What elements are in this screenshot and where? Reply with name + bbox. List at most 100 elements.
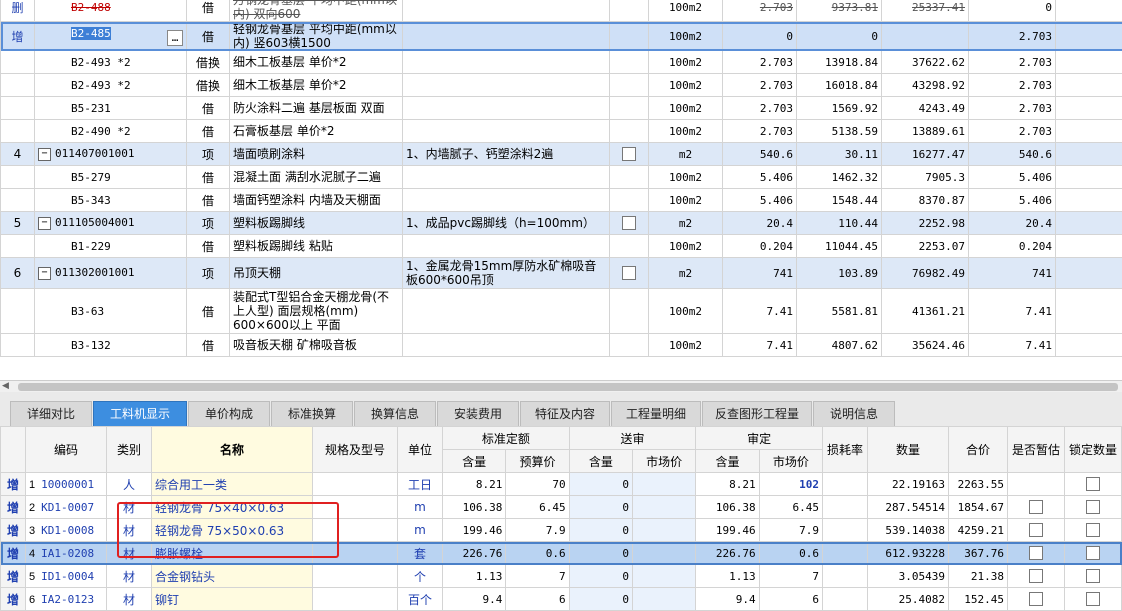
item-name[interactable]: 细木工板基层 单价*2 bbox=[230, 74, 403, 97]
item-code[interactable]: B2-488 bbox=[35, 0, 187, 22]
std-qty[interactable]: 199.46 bbox=[443, 519, 506, 542]
resource-row[interactable]: 增6IA2-0123材铆钉百个9.4609.4625.4082152.45 bbox=[1, 588, 1122, 611]
item-row[interactable]: B2-493 *2借换细木工板基层 单价*2100m22.70316018.84… bbox=[1, 74, 1122, 97]
tab-2[interactable]: 工料机显示 bbox=[93, 401, 187, 426]
col-quantity[interactable]: 数量 bbox=[868, 427, 949, 473]
item-code[interactable]: B2-490 *2 bbox=[35, 120, 187, 143]
audit-qty[interactable]: 0 bbox=[569, 519, 632, 542]
std-price[interactable]: 6.45 bbox=[506, 496, 569, 519]
item-row[interactable]: B2-493 *2借换细木工板基层 单价*2100m22.70313918.84… bbox=[1, 51, 1122, 74]
item-feature[interactable]: 1、金属龙骨15mm厚防水矿棉吸音板600*600吊顶 bbox=[403, 258, 610, 289]
audit-qty[interactable]: 0 bbox=[569, 473, 632, 496]
item-quantity[interactable]: 7.41 bbox=[723, 289, 797, 334]
item-feature[interactable] bbox=[403, 166, 610, 189]
item-checkbox-cell[interactable] bbox=[610, 97, 649, 120]
audit-market[interactable] bbox=[632, 496, 695, 519]
item-code[interactable]: B5-279 bbox=[35, 166, 187, 189]
item-quantity[interactable]: 5.406 bbox=[723, 189, 797, 212]
tab-9[interactable]: 反查图形工程量 bbox=[702, 401, 812, 426]
item-quantity[interactable]: 2.703 bbox=[723, 97, 797, 120]
std-qty[interactable]: 9.4 bbox=[443, 588, 506, 611]
review-qty[interactable]: 226.76 bbox=[696, 542, 759, 565]
provisional-cell[interactable] bbox=[1008, 542, 1065, 565]
collapse-icon[interactable]: − bbox=[38, 267, 51, 280]
item-row[interactable]: B2-490 *2借石膏板基层 单价*2100m22.7035138.59138… bbox=[1, 120, 1122, 143]
review-market[interactable]: 0.6 bbox=[759, 542, 822, 565]
tab-10[interactable]: 说明信息 bbox=[813, 401, 895, 426]
item-row[interactable]: 5−011105004001项塑料板踢脚线1、成品pvc踢脚线（h=100mm）… bbox=[1, 212, 1122, 235]
resource-code[interactable]: 2KD1-0007 bbox=[26, 496, 107, 519]
item-checkbox-cell[interactable] bbox=[610, 0, 649, 22]
std-price[interactable]: 7.9 bbox=[506, 519, 569, 542]
review-qty[interactable]: 9.4 bbox=[696, 588, 759, 611]
ellipsis-button[interactable]: … bbox=[167, 30, 183, 46]
col-unit[interactable]: 单位 bbox=[398, 427, 443, 473]
item-feature[interactable] bbox=[403, 235, 610, 258]
tab-8[interactable]: 工程量明细 bbox=[611, 401, 701, 426]
item-checkbox-cell[interactable] bbox=[610, 334, 649, 357]
collapse-icon[interactable]: − bbox=[38, 148, 51, 161]
item-feature[interactable] bbox=[403, 334, 610, 357]
loss-rate[interactable] bbox=[823, 496, 868, 519]
std-price[interactable]: 6 bbox=[506, 588, 569, 611]
item-row[interactable]: 增B2-485…借轻钢龙骨基层 平均中距(mm以内) 竖603横1500100m… bbox=[1, 22, 1122, 51]
item-checkbox-cell[interactable] bbox=[610, 289, 649, 334]
item-code[interactable]: B2-485… bbox=[35, 22, 187, 51]
item-checkbox-cell[interactable] bbox=[610, 143, 649, 166]
item-name[interactable]: 塑料板踢脚线 bbox=[230, 212, 403, 235]
item-name[interactable]: 细木工板基层 单价*2 bbox=[230, 51, 403, 74]
review-market[interactable]: 6.45 bbox=[759, 496, 822, 519]
col-total[interactable]: 合价 bbox=[949, 427, 1008, 473]
audit-market[interactable] bbox=[632, 565, 695, 588]
item-quantity[interactable]: 2.703 bbox=[723, 120, 797, 143]
item-quantity[interactable]: 540.6 bbox=[723, 143, 797, 166]
lock-cell[interactable] bbox=[1065, 588, 1122, 611]
review-market[interactable]: 102 bbox=[759, 473, 822, 496]
item-name[interactable]: 装配式T型铝合金天棚龙骨(不上人型) 面层规格(mm) 600×600以上 平面 bbox=[230, 289, 403, 334]
item-code[interactable]: B3-132 bbox=[35, 334, 187, 357]
tab-3[interactable]: 单价构成 bbox=[188, 401, 270, 426]
col-review-market[interactable]: 市场价 bbox=[759, 450, 822, 473]
tab-6[interactable]: 安装费用 bbox=[437, 401, 519, 426]
lock-checkbox[interactable] bbox=[1086, 546, 1100, 560]
item-quantity[interactable]: 741 bbox=[723, 258, 797, 289]
item-checkbox-cell[interactable] bbox=[610, 258, 649, 289]
resource-code[interactable]: 5ID1-0004 bbox=[26, 565, 107, 588]
lock-cell[interactable] bbox=[1065, 473, 1122, 496]
col-code[interactable]: 编码 bbox=[26, 427, 107, 473]
col-category[interactable]: 类别 bbox=[107, 427, 152, 473]
col-name[interactable]: 名称 bbox=[152, 427, 313, 473]
item-quantity[interactable]: 2.703 bbox=[723, 74, 797, 97]
lock-cell[interactable] bbox=[1065, 519, 1122, 542]
review-market[interactable]: 7.9 bbox=[759, 519, 822, 542]
lock-cell[interactable] bbox=[1065, 565, 1122, 588]
provisional-checkbox[interactable] bbox=[1029, 569, 1043, 583]
item-feature[interactable]: 1、内墙腻子、钙塑涂料2遍 bbox=[403, 143, 610, 166]
resource-row[interactable]: 增110000001人综合用工一类工日8.217008.2110222.1916… bbox=[1, 473, 1122, 496]
lock-checkbox[interactable] bbox=[1086, 592, 1100, 606]
tab-7[interactable]: 特征及内容 bbox=[520, 401, 610, 426]
provisional-checkbox[interactable] bbox=[1029, 523, 1043, 537]
tab-1[interactable]: 详细对比 bbox=[10, 401, 92, 426]
item-quantity[interactable]: 0 bbox=[723, 22, 797, 51]
item-quantity[interactable]: 5.406 bbox=[723, 166, 797, 189]
item-checkbox-cell[interactable] bbox=[610, 189, 649, 212]
audit-market[interactable] bbox=[632, 542, 695, 565]
item-code[interactable]: −011302001001 bbox=[35, 258, 187, 289]
loss-rate[interactable] bbox=[823, 519, 868, 542]
item-feature[interactable] bbox=[403, 74, 610, 97]
audit-market[interactable] bbox=[632, 588, 695, 611]
loss-rate[interactable] bbox=[823, 588, 868, 611]
provisional-checkbox[interactable] bbox=[1029, 546, 1043, 560]
provisional-checkbox[interactable] bbox=[1029, 500, 1043, 514]
std-qty[interactable]: 8.21 bbox=[443, 473, 506, 496]
std-qty[interactable]: 1.13 bbox=[443, 565, 506, 588]
std-qty[interactable]: 106.38 bbox=[443, 496, 506, 519]
item-code[interactable]: B3-63 bbox=[35, 289, 187, 334]
item-name[interactable]: 墙面钙塑涂料 内墙及天棚面 bbox=[230, 189, 403, 212]
review-market[interactable]: 6 bbox=[759, 588, 822, 611]
item-code[interactable]: B1-229 bbox=[35, 235, 187, 258]
col-spec[interactable]: 规格及型号 bbox=[313, 427, 398, 473]
item-checkbox-cell[interactable] bbox=[610, 212, 649, 235]
audit-market[interactable] bbox=[632, 519, 695, 542]
